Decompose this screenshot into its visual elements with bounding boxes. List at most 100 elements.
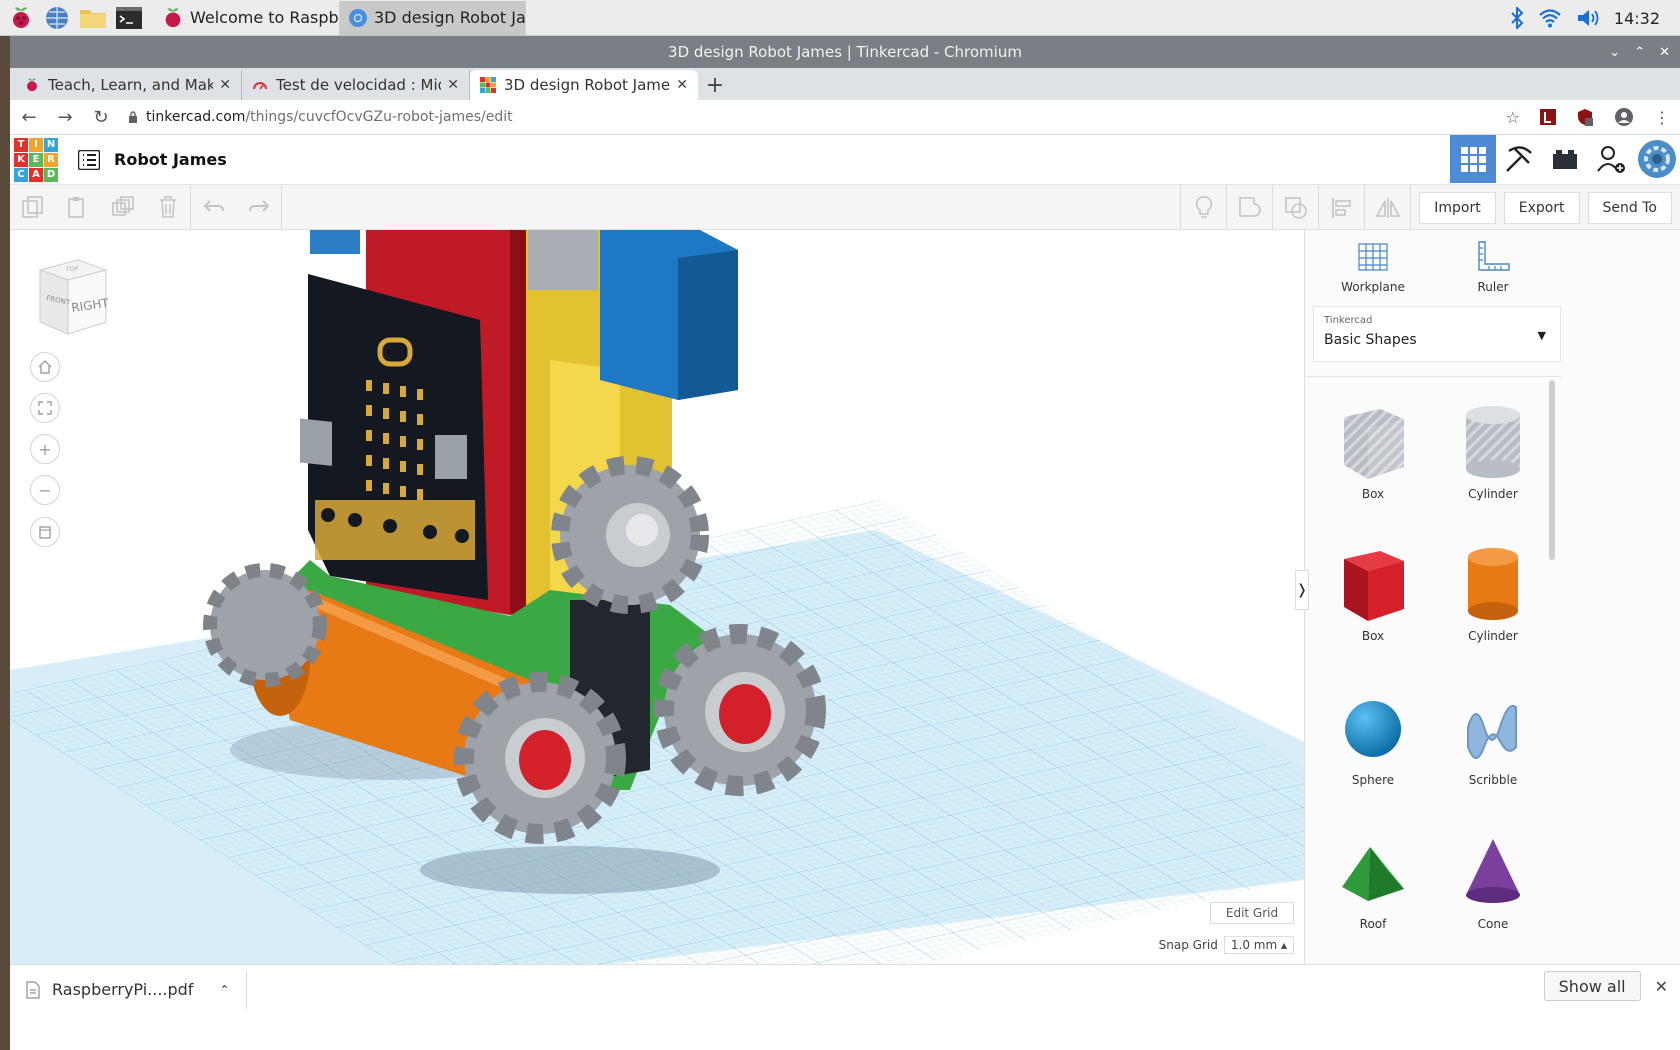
mirror-icon[interactable] bbox=[1365, 185, 1410, 230]
paste-icon[interactable] bbox=[55, 185, 100, 230]
snap-grid-select[interactable]: 1.0 mm ▴ bbox=[1223, 936, 1294, 954]
shape-cone[interactable]: Cone bbox=[1443, 831, 1543, 931]
shape-cylinder-hole[interactable]: Cylinder bbox=[1443, 401, 1543, 501]
chromium-icon bbox=[349, 8, 367, 27]
workplane-icon bbox=[1358, 243, 1388, 271]
group-icon[interactable] bbox=[1227, 185, 1272, 230]
raspberry-menu-icon[interactable] bbox=[6, 3, 36, 33]
box-icon bbox=[1344, 409, 1404, 479]
logo-letter: K bbox=[14, 152, 28, 167]
download-filename: RaspberryPi....pdf bbox=[52, 980, 194, 999]
library-source: Tinkercad bbox=[1324, 315, 1373, 326]
bricks-mode-button[interactable] bbox=[1542, 135, 1588, 183]
notes-lightbulb-icon[interactable] bbox=[1181, 185, 1226, 230]
gear-front-right[interactable] bbox=[654, 624, 826, 796]
edit-grid-button[interactable]: Edit Grid bbox=[1210, 902, 1294, 924]
app-header: TIN KER CAD Robot James bbox=[10, 135, 1680, 185]
servo-block[interactable] bbox=[528, 230, 598, 290]
sphere-icon bbox=[1345, 701, 1401, 757]
workplane-tool[interactable]: Workplane bbox=[1323, 240, 1423, 294]
align-icon[interactable] bbox=[1319, 185, 1364, 230]
plus-icon: + bbox=[38, 439, 52, 459]
logo-letter: E bbox=[29, 152, 43, 167]
user-avatar[interactable] bbox=[1634, 135, 1680, 183]
shape-scribble[interactable]: Scribble bbox=[1443, 687, 1543, 787]
delete-icon[interactable] bbox=[145, 185, 190, 230]
zoom-out-button[interactable]: − bbox=[30, 475, 60, 505]
ruler-tool[interactable]: Ruler bbox=[1443, 240, 1543, 294]
raspberry-icon bbox=[165, 7, 181, 27]
project-name[interactable]: Robot James bbox=[114, 150, 227, 169]
toolbar-divider bbox=[1410, 185, 1412, 230]
roof-icon bbox=[1342, 847, 1404, 901]
terminal-icon[interactable] bbox=[114, 3, 144, 33]
export-button[interactable]: Export bbox=[1503, 191, 1580, 224]
minus-icon: − bbox=[38, 480, 52, 500]
blocks-mode-button[interactable] bbox=[1496, 135, 1542, 183]
shape-roof[interactable]: Roof bbox=[1323, 831, 1423, 931]
home-view-button[interactable] bbox=[30, 352, 60, 382]
import-button[interactable]: Import bbox=[1419, 191, 1496, 224]
browser-launcher-icon[interactable] bbox=[42, 3, 72, 33]
ortho-view-button[interactable] bbox=[30, 517, 60, 547]
invite-user-button[interactable] bbox=[1588, 135, 1634, 183]
gear-front-left[interactable] bbox=[454, 672, 626, 844]
system-tray: 14:32 bbox=[1510, 0, 1680, 36]
duplicate-icon[interactable] bbox=[100, 185, 145, 230]
workplane-scene[interactable] bbox=[10, 230, 1304, 964]
copy-icon[interactable] bbox=[10, 185, 55, 230]
ruler-label: Ruler bbox=[1477, 280, 1509, 294]
chevron-up-icon[interactable]: ⌃ bbox=[219, 983, 229, 997]
download-item[interactable]: RaspberryPi....pdf ⌃ bbox=[10, 970, 247, 1009]
file-manager-icon[interactable] bbox=[78, 3, 108, 33]
redo-icon[interactable] bbox=[236, 185, 281, 230]
zoom-in-button[interactable]: + bbox=[30, 434, 60, 464]
shape-box-hole[interactable]: Box bbox=[1323, 401, 1423, 501]
shape-grid: Box Cylinder Box Cylinder Sphere Scribbl… bbox=[1305, 376, 1561, 964]
shape-label: Box bbox=[1361, 487, 1385, 501]
box-icon bbox=[1344, 551, 1404, 621]
downloads-shelf: RaspberryPi....pdf ⌃ Show all ✕ bbox=[10, 964, 1680, 1014]
dropdown-caret-icon: ▼ bbox=[1537, 329, 1546, 342]
undo-icon[interactable] bbox=[191, 185, 236, 230]
microbit-board[interactable] bbox=[300, 274, 488, 600]
gear-left-back[interactable] bbox=[203, 563, 327, 687]
viewcube-top-label: TOP bbox=[65, 266, 78, 273]
show-all-button[interactable]: Show all bbox=[1543, 971, 1641, 1001]
shape-label: Scribble bbox=[1468, 773, 1518, 787]
logo-letter: N bbox=[44, 137, 58, 152]
send-to-button[interactable]: Send To bbox=[1587, 191, 1672, 224]
edit-toolbar: Import Export Send To bbox=[10, 184, 1680, 230]
logo-letter: I bbox=[29, 137, 43, 152]
shapes-scrollbar[interactable] bbox=[1549, 380, 1555, 560]
volume-icon[interactable] bbox=[1576, 8, 1600, 28]
shape-box[interactable]: Box bbox=[1323, 543, 1423, 643]
shape-sphere[interactable]: Sphere bbox=[1323, 687, 1423, 787]
pdf-file-icon bbox=[26, 981, 40, 998]
brick-icon bbox=[1553, 150, 1577, 169]
bluetooth-icon[interactable] bbox=[1510, 7, 1524, 29]
shape-label: Cone bbox=[1477, 917, 1509, 931]
fit-view-button[interactable] bbox=[30, 393, 60, 423]
shape-library-select[interactable]: Tinkercad Basic Shapes ▼ bbox=[1313, 306, 1561, 362]
snap-grid-control: Snap Grid 1.0 mm ▴ bbox=[1159, 934, 1294, 956]
wifi-icon[interactable] bbox=[1538, 8, 1562, 28]
design-list-icon[interactable] bbox=[78, 149, 100, 170]
tinkercad-logo[interactable]: TIN KER CAD bbox=[14, 137, 58, 182]
library-name: Basic Shapes bbox=[1324, 332, 1417, 348]
task-tinkercad-chromium[interactable]: 3D design Robot Ja... bbox=[340, 0, 526, 35]
close-shelf-icon[interactable]: ✕ bbox=[1655, 977, 1668, 996]
3d-view-button[interactable] bbox=[1450, 135, 1496, 183]
shape-label: Cylinder bbox=[1468, 629, 1518, 643]
gear-top-center[interactable] bbox=[551, 456, 709, 614]
shapes-panel: ❭ Workplane Ruler Tinkercad Basic Shapes… bbox=[1295, 230, 1680, 964]
scribble-icon bbox=[1467, 705, 1517, 759]
logo-letter: T bbox=[14, 137, 28, 152]
3d-viewport[interactable]: TOP FRONT RIGHT + − Edit Grid Snap Grid … bbox=[10, 230, 1304, 964]
blue-small-block[interactable] bbox=[310, 230, 360, 254]
task-welcome-raspberry[interactable]: Welcome to Raspberr... bbox=[154, 0, 340, 35]
shape-cylinder[interactable]: Cylinder bbox=[1443, 543, 1543, 643]
ungroup-icon[interactable] bbox=[1273, 185, 1318, 230]
view-cube[interactable]: TOP FRONT RIGHT bbox=[34, 256, 110, 336]
ruler-icon bbox=[1478, 241, 1510, 271]
